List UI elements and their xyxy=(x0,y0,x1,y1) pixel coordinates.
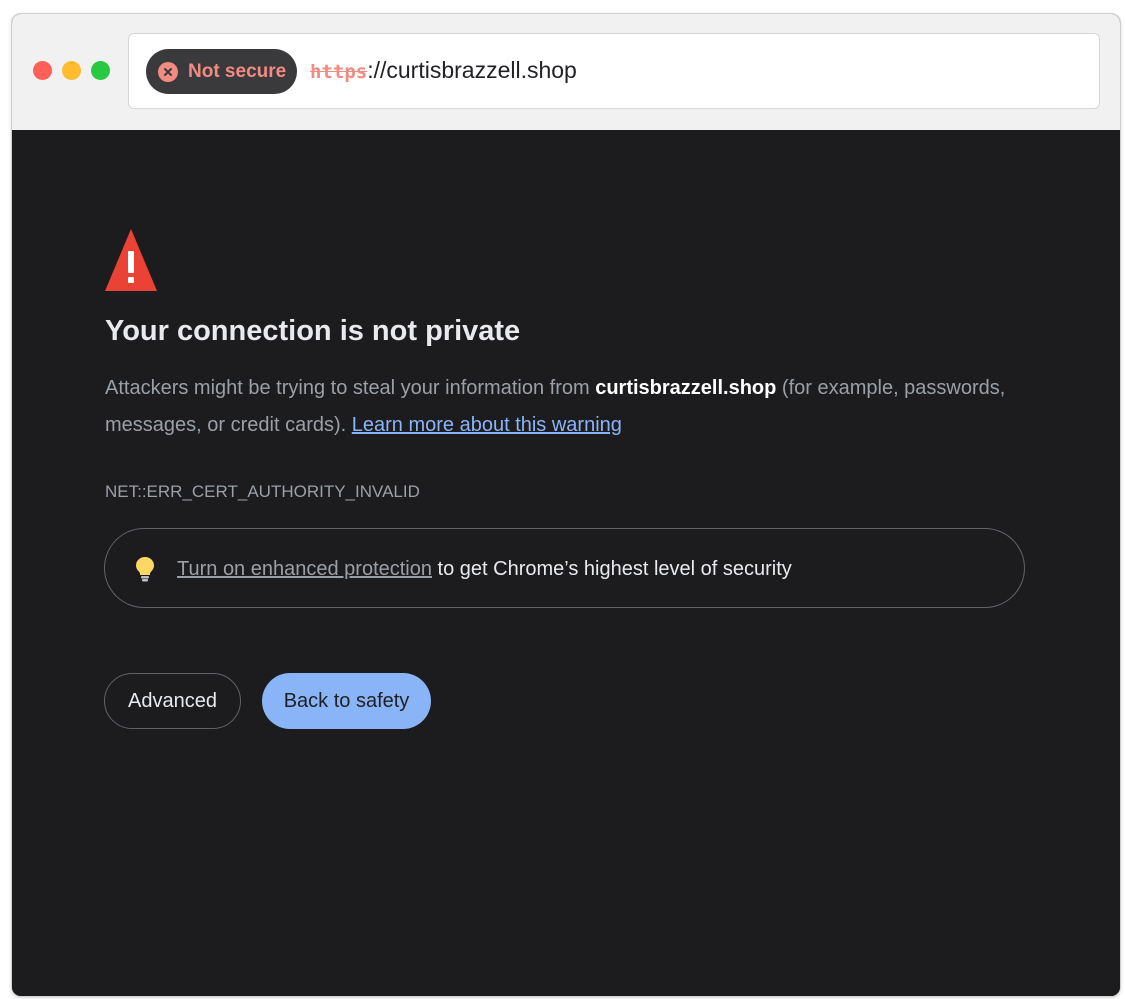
url-scheme: https xyxy=(310,61,368,83)
protection-message: Turn on enhanced protection to get Chrom… xyxy=(177,558,792,581)
security-status-chip[interactable]: Not secure xyxy=(146,49,297,94)
close-circle-icon xyxy=(158,61,178,82)
minimize-window-button[interactable] xyxy=(62,61,81,80)
browser-window: Not secure https://curtisbrazzell.shop Y… xyxy=(11,13,1121,997)
lightbulb-icon xyxy=(136,557,154,582)
error-code: NET::ERR_CERT_AUTHORITY_INVALID xyxy=(105,482,420,501)
learn-more-link[interactable]: Learn more about this warning xyxy=(352,414,622,436)
url-host: ://curtisbrazzell.shop xyxy=(367,57,577,83)
not-secure-label: Not secure xyxy=(188,60,287,82)
page-title: Your connection is not private xyxy=(105,315,521,347)
back-to-safety-button[interactable]: Back to safety xyxy=(262,673,431,729)
enhanced-protection-banner: Turn on enhanced protection to get Chrom… xyxy=(104,528,1025,608)
browser-titlebar: Not secure https://curtisbrazzell.shop xyxy=(12,14,1120,130)
zoom-window-button[interactable] xyxy=(91,61,110,80)
site-host: curtisbrazzell.shop xyxy=(595,377,777,399)
protection-suffix: to get Chrome’s highest level of securit… xyxy=(432,558,792,580)
interstitial-page: Your connection is not private Attackers… xyxy=(12,130,1120,996)
address-bar[interactable]: Not secure https://curtisbrazzell.shop xyxy=(128,33,1100,109)
advanced-button[interactable]: Advanced xyxy=(104,673,241,729)
url-text[interactable]: https://curtisbrazzell.shop xyxy=(310,57,577,84)
close-window-button[interactable] xyxy=(33,61,52,80)
warning-triangle-icon xyxy=(105,229,157,291)
warning-description: Attackers might be trying to steal your … xyxy=(105,370,1045,444)
enhanced-protection-link[interactable]: Turn on enhanced protection xyxy=(177,558,432,580)
description-prefix: Attackers might be trying to steal your … xyxy=(105,377,596,399)
